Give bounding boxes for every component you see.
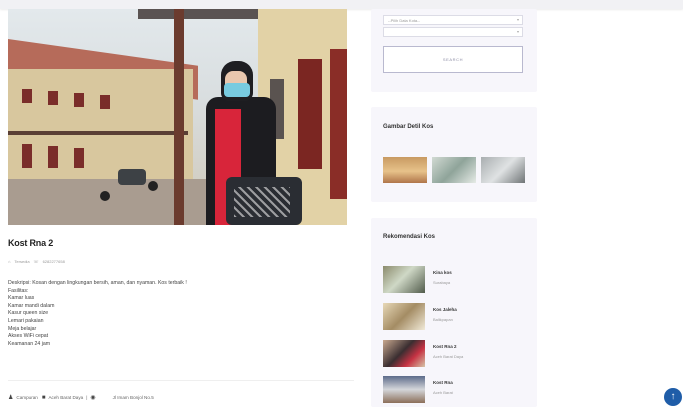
gallery-panel: Gambar Detil Kos [371,107,537,202]
recommendation-location: Balikpapan [433,317,453,322]
gallery-title: Gambar Detil Kos [383,124,434,130]
recommendation-location: Aceh Barat [433,390,453,395]
recommendation-thumb [383,376,425,403]
chevron-down-icon: ▾ [516,29,519,34]
description-line: Fasilitas: [8,287,29,294]
city-select-value: --Pilih Data Kota-- [388,18,420,23]
listing-footer: ♟ Campuran ■ Aceh Barat Daya | ◉ Jl Imam… [8,380,354,401]
description-line: Lemari pakaian [8,317,44,324]
city-select[interactable]: --Pilih Data Kota-- ▾ [383,15,523,25]
gallery-thumb[interactable] [432,157,476,183]
arrow-up-icon: ↑ [670,391,676,402]
recommendation-name: Kos Jaleha [433,307,457,312]
description-line: Kamar mandi dalam [8,302,55,309]
recommendation-title: Rekomendasi Kos [383,234,436,240]
footer-gender: Campuran [16,395,38,400]
recommendation-thumb [383,266,425,293]
listing-status: Tersedia [14,259,30,264]
listing-title: Kost Rna 2 [8,238,54,248]
listing-phone[interactable]: 6282277658 [43,259,65,264]
building-icon: ■ [41,394,46,401]
listing-meta: ⌂ Tersedia ☏ 6282277658 [8,259,65,264]
description-line: Meja belajar [8,325,37,332]
description-line: Kamar luas [8,295,35,302]
recommendation-location: Surabaya [433,280,451,285]
listing-description: Deskripsi: Kosan dengan lingkungan bersi… [8,280,338,348]
filter-panel: --Pilih Data Kota-- ▾ ▾ SEARCH [371,9,537,92]
recommendation-thumb [383,303,425,330]
recommendation-name: Kost Rna 2 [433,344,457,349]
footer-address: Jl Imam Bonjol No.5 [112,395,154,400]
recommendation-item[interactable]: Kos Jaleha Balikpapan [383,303,533,333]
search-button[interactable]: SEARCH [383,46,523,73]
recommendation-thumb [383,340,425,367]
recommendation-location: Aceh Barat Daya [433,354,464,359]
secondary-select[interactable]: ▾ [383,27,523,37]
kost-main-photo[interactable] [8,9,347,225]
home-icon: ⌂ [8,259,11,264]
recommendation-name: Kost Rna [433,380,453,385]
user-icon: ♟ [8,395,14,401]
map-pin-icon: ◉ [90,395,96,401]
footer-area: Aceh Barat Daya [48,395,84,400]
phone-icon: ☏ [33,259,39,264]
gallery-thumb[interactable] [383,157,427,183]
description-line: Akses WiFi cepat [8,333,49,340]
description-line: Kasur queen size [8,310,49,317]
chevron-down-icon: ▾ [516,17,519,22]
scroll-top-button[interactable]: ↑ [664,388,682,406]
recommendation-name: Kina kos [433,270,452,275]
description-line: Deskripsi: Kosan dengan lingkungan bersi… [8,280,187,286]
recommendation-item[interactable]: Kost Rna 2 Aceh Barat Daya [383,340,533,370]
gallery-thumb[interactable] [481,157,525,183]
recommendation-item[interactable]: Kina kos Surabaya [383,266,533,296]
recommendation-item[interactable]: Kost Rna Aceh Barat [383,376,533,406]
description-line: Keamanan 24 jam [8,340,51,347]
top-navbar [0,0,683,9]
